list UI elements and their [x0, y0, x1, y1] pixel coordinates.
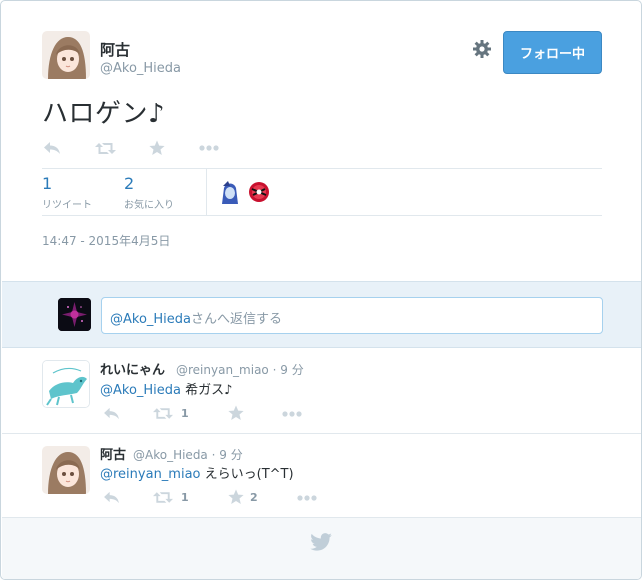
retweet-icon[interactable]: [153, 407, 173, 420]
reply-author-handle[interactable]: @Ako_Hieda · 9 分: [133, 446, 243, 463]
twitter-bird-icon[interactable]: [310, 533, 332, 555]
stats-divider: [206, 169, 207, 215]
reply-mention[interactable]: @Ako_Hieda: [100, 383, 181, 398]
reply-mention[interactable]: @reinyan_miao: [100, 467, 201, 482]
reply-author-avatar[interactable]: [42, 446, 90, 494]
reply-tweet[interactable]: 阿古 @Ako_Hieda · 9 分 @reinyan_miao えらいっ(T…: [2, 434, 641, 518]
reply-time[interactable]: · 9 分: [212, 448, 243, 462]
reply-icon[interactable]: [43, 141, 61, 155]
reply-author-name[interactable]: れいにゃん: [100, 359, 165, 378]
retweet-icon[interactable]: [95, 142, 116, 155]
reply-area: @Ako_Hiedaさんへ返信する: [2, 281, 641, 348]
tweet-embed: 阿古 @Ako_Hieda フォロー中 ハロゲン♪ 1 リツイート 2 お気に入…: [0, 0, 642, 580]
more-icon[interactable]: [199, 145, 219, 151]
retweet-icon[interactable]: [153, 491, 173, 504]
tweet-text: ハロゲン♪: [42, 99, 166, 129]
reply-author-name[interactable]: 阿古: [100, 444, 126, 463]
reply-favorite-count[interactable]: 2: [250, 491, 258, 504]
favorite-icon[interactable]: [149, 140, 165, 156]
retweet-count[interactable]: 1: [42, 174, 52, 193]
divider: [42, 168, 602, 169]
reply-time[interactable]: · 9 分: [273, 363, 304, 377]
reply-icon[interactable]: [103, 491, 120, 504]
retweet-label[interactable]: リツイート: [42, 196, 92, 211]
reply-text: @reinyan_miao えらいっ(T^T): [100, 463, 294, 482]
favorite-label[interactable]: お気に入り: [124, 196, 174, 211]
reply-author-handle[interactable]: @reinyan_miao · 9 分: [176, 361, 304, 378]
current-user-avatar: [58, 298, 91, 331]
reply-body: 希ガス♪: [181, 383, 233, 398]
reply-author-avatar[interactable]: [42, 360, 90, 408]
gear-icon[interactable]: [472, 39, 492, 59]
reply-body: えらいっ(T^T): [200, 467, 294, 482]
reply-handle-text[interactable]: @reinyan_miao: [176, 363, 269, 377]
favoriter-avatar[interactable]: [247, 180, 271, 204]
favoriter-avatar[interactable]: [218, 180, 242, 204]
author-avatar[interactable]: [42, 31, 90, 79]
reply-input[interactable]: @Ako_Hiedaさんへ返信する: [101, 297, 603, 334]
reply-retweet-count[interactable]: 1: [181, 407, 189, 420]
author-name[interactable]: 阿古: [100, 39, 130, 60]
favorite-icon[interactable]: [228, 405, 244, 421]
reply-tweet[interactable]: れいにゃん @reinyan_miao · 9 分 @Ako_Hieda 希ガス…: [2, 349, 641, 434]
more-icon[interactable]: [282, 411, 302, 417]
author-handle[interactable]: @Ako_Hieda: [100, 61, 181, 76]
following-button[interactable]: フォロー中: [503, 31, 602, 74]
reply-handle-text[interactable]: @Ako_Hieda: [133, 448, 208, 462]
reply-placeholder-suffix: さんへ返信する: [191, 312, 283, 327]
reply-text: @Ako_Hieda 希ガス♪: [100, 379, 232, 398]
favorite-icon[interactable]: [228, 489, 244, 505]
reply-retweet-count[interactable]: 1: [181, 491, 189, 504]
reply-icon[interactable]: [103, 407, 120, 420]
reply-mention: @Ako_Hieda: [110, 312, 192, 327]
divider: [42, 215, 602, 216]
favorite-count[interactable]: 2: [124, 174, 134, 193]
tweet-timestamp[interactable]: 14:47 - 2015年4月5日: [42, 232, 170, 249]
more-icon[interactable]: [297, 495, 317, 501]
